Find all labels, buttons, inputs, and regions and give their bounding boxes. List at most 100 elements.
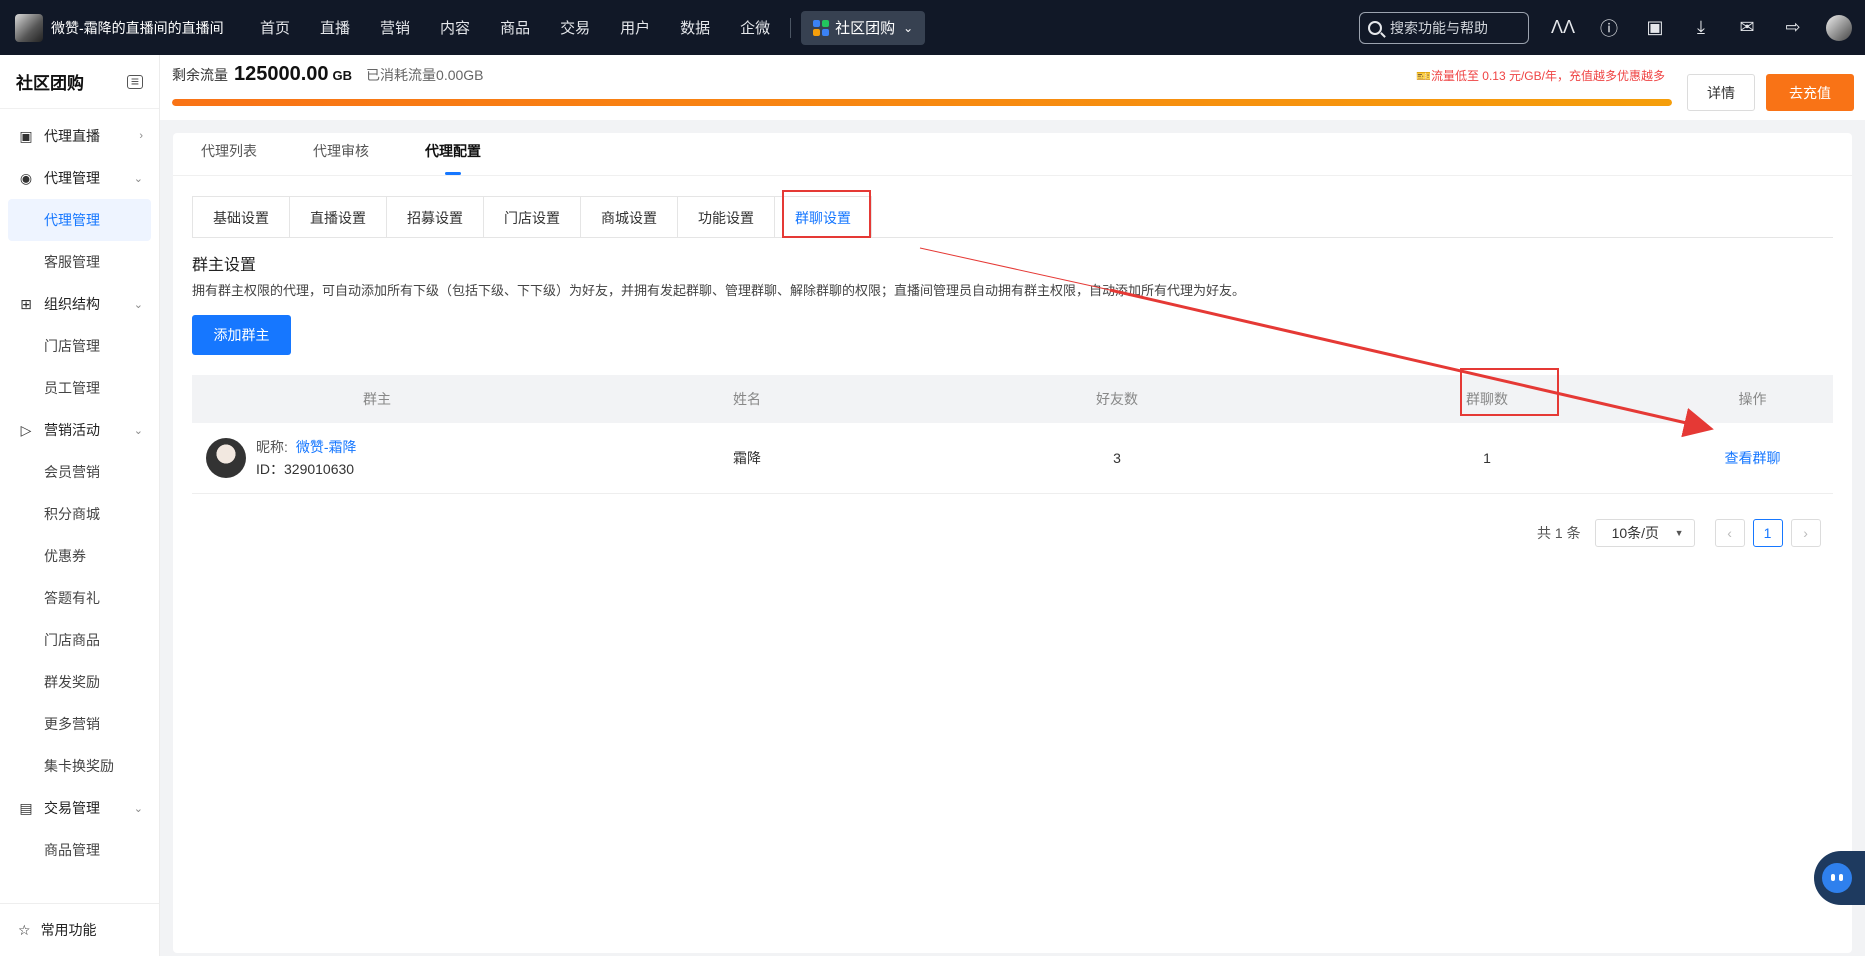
subtab-function[interactable]: 功能设置: [678, 197, 775, 238]
search-placeholder: 搜索功能与帮助: [1390, 20, 1488, 36]
nav-item-trade[interactable]: 交易: [545, 17, 605, 38]
owner-cell: 昵称: 微赞-霜降 ID：329010630: [192, 436, 562, 480]
brand[interactable]: 微赞-霜降的直播间的直播间: [0, 13, 245, 42]
add-group-owner-button[interactable]: 添加群主: [192, 315, 291, 355]
sidebar-group-agent-live[interactable]: ▣ 代理直播 ›: [0, 115, 159, 157]
brand-name: 微赞-霜降的直播间的直播间: [51, 19, 224, 36]
chevron-down-icon: ⌄: [903, 20, 914, 35]
column-header-name: 姓名: [733, 391, 761, 407]
sidebar-group-trade[interactable]: ▤ 交易管理 ⌄: [0, 787, 159, 829]
search-input[interactable]: 搜索功能与帮助: [1359, 12, 1529, 44]
sidebar-item-group-reward[interactable]: 群发奖励: [8, 661, 151, 703]
sidebar-group-label: 交易管理: [44, 800, 100, 816]
tab-agent-config[interactable]: 代理配置: [409, 141, 497, 175]
collapse-sidebar-icon[interactable]: ≡: [127, 74, 143, 89]
owner-nickname-line: 昵称: 微赞-霜降: [256, 436, 357, 458]
traffic-unit: GB: [332, 68, 353, 83]
sidebar-title: 社区团购: [16, 74, 84, 93]
app-switcher-label: 社区团购: [835, 20, 896, 37]
chevron-right-icon: ›: [139, 130, 143, 142]
bell-icon[interactable]: ✉: [1724, 17, 1770, 38]
subtab-basic[interactable]: 基础设置: [193, 197, 290, 238]
sidebar-item-quiz-gift[interactable]: 答题有礼: [8, 577, 151, 619]
nav-item-live[interactable]: 直播: [305, 17, 365, 38]
chevron-down-icon: ⌄: [133, 172, 143, 185]
recharge-button[interactable]: 去充值: [1766, 74, 1854, 111]
app-switcher[interactable]: 社区团购 ⌄: [801, 10, 926, 45]
chevron-down-icon: ⌄: [133, 802, 143, 815]
traffic-progress-fill: [172, 99, 1672, 106]
assistant-float-button[interactable]: [1814, 851, 1865, 905]
owner-info: 昵称: 微赞-霜降 ID：329010630: [256, 436, 357, 480]
sidebar-header: 社区团购 ≡: [0, 55, 159, 109]
calendar-icon: ▣: [19, 127, 33, 144]
agent-icon: ◉: [19, 169, 33, 186]
sidebar-item-product-manage[interactable]: 商品管理: [8, 829, 151, 871]
subtab-recruit[interactable]: 招募设置: [387, 197, 484, 238]
subtab-live[interactable]: 直播设置: [290, 197, 387, 238]
tab-agent-list[interactable]: 代理列表: [185, 141, 273, 175]
column-header-owner: 群主: [363, 391, 391, 407]
sidebar-footer-common[interactable]: ☆ 常用功能: [0, 903, 159, 956]
sidebar-item-store-products[interactable]: 门店商品: [8, 619, 151, 661]
traffic-promo[interactable]: 🎫流量低至 0.13 元/GB/年，充值越多优惠越多: [1416, 67, 1665, 84]
owner-nickname-label: 昵称:: [256, 439, 288, 455]
sidebar-item-stores[interactable]: 门店管理: [8, 325, 151, 367]
caret-down-icon: ▼: [1674, 528, 1684, 538]
megaphone-icon: ▷: [20, 421, 32, 438]
sidebar-group-agent-manage[interactable]: ◉ 代理管理 ⌄: [0, 157, 159, 199]
main-card: 代理列表 代理审核 代理配置 基础设置 直播设置 招募设置 门店设置 商城设置 …: [173, 133, 1852, 953]
detail-button[interactable]: 详情: [1687, 74, 1755, 111]
nav-item-content[interactable]: 内容: [425, 17, 485, 38]
section-description: 拥有群主权限的代理，可自动添加所有下级（包括下级、下下级）为好友，并拥有发起群聊…: [192, 283, 1246, 298]
sidebar-item-more-marketing[interactable]: 更多营销: [8, 703, 151, 745]
sidebar-item-points-mall[interactable]: 积分商城: [8, 493, 151, 535]
owner-id: ID：329010630: [256, 461, 355, 477]
sidebar-item-member-marketing[interactable]: 会员营销: [8, 451, 151, 493]
download-icon[interactable]: ⤓: [1678, 17, 1724, 38]
highlight-box-group-chat-tab: [782, 190, 871, 238]
user-avatar[interactable]: [1826, 14, 1852, 41]
traffic-value: 125000.00: [234, 63, 329, 85]
sidebar-item-card-exchange[interactable]: 集卡换奖励: [8, 745, 151, 787]
page-size-value: 10条/页: [1611, 525, 1660, 541]
sidebar-group-org[interactable]: ⊞ 组织结构 ⌄: [0, 283, 159, 325]
nav-item-data[interactable]: 数据: [665, 17, 725, 38]
ai-icon[interactable]: ΛΛ: [1540, 17, 1586, 38]
robot-icon: [1822, 863, 1852, 893]
view-group-chats-link[interactable]: 查看群聊: [1725, 450, 1781, 466]
sidebar-group-label: 组织结构: [44, 296, 100, 312]
column-header-actions: 操作: [1738, 391, 1767, 407]
sidebar-item-coupons[interactable]: 优惠券: [8, 535, 151, 577]
owner-name: 霜降: [733, 450, 761, 466]
nav-item-home[interactable]: 首页: [245, 17, 305, 38]
nav-item-products[interactable]: 商品: [485, 17, 545, 38]
owner-avatar: [206, 438, 246, 478]
page-size-select[interactable]: 10条/页 ▼: [1594, 519, 1695, 547]
nav-item-marketing[interactable]: 营销: [365, 17, 425, 38]
brand-avatar: [15, 13, 43, 42]
bookmark-icon[interactable]: ▣: [1632, 17, 1678, 38]
next-page-button[interactable]: ›: [1790, 519, 1821, 547]
subtab-store[interactable]: 门店设置: [484, 197, 581, 238]
nav-item-users[interactable]: 用户: [605, 17, 665, 38]
help-icon[interactable]: ⓘ: [1586, 15, 1632, 41]
subtab-divider: [192, 237, 1833, 238]
chevron-down-icon: ⌄: [133, 424, 143, 437]
subtab-mall[interactable]: 商城设置: [581, 197, 678, 238]
sidebar-item-agent-manage[interactable]: 代理管理: [8, 199, 151, 241]
sidebar-group-marketing[interactable]: ▷ 营销活动 ⌄: [0, 409, 159, 451]
nav-item-wecom[interactable]: 企微: [725, 17, 785, 38]
sidebar-footer-label: 常用功能: [40, 922, 97, 938]
main-nav: 首页 直播 营销 内容 商品 交易 用户 数据 企微 社区团购 ⌄: [245, 10, 926, 45]
owner-nickname-link[interactable]: 微赞-霜降: [296, 439, 357, 455]
prev-page-button[interactable]: ‹: [1714, 519, 1745, 547]
tab-agent-review[interactable]: 代理审核: [297, 141, 385, 175]
table-row: 昵称: 微赞-霜降 ID：329010630 霜降 3 1 查看群聊: [192, 423, 1833, 494]
section-title: 群主设置: [192, 257, 257, 274]
page-number-button[interactable]: 1: [1752, 519, 1783, 547]
logout-icon[interactable]: ⇨: [1770, 17, 1816, 38]
sidebar-item-customer-service[interactable]: 客服管理: [8, 241, 151, 283]
table-header: 群主 姓名 好友数 群聊数 操作: [192, 375, 1833, 423]
sidebar-item-staff[interactable]: 员工管理: [8, 367, 151, 409]
